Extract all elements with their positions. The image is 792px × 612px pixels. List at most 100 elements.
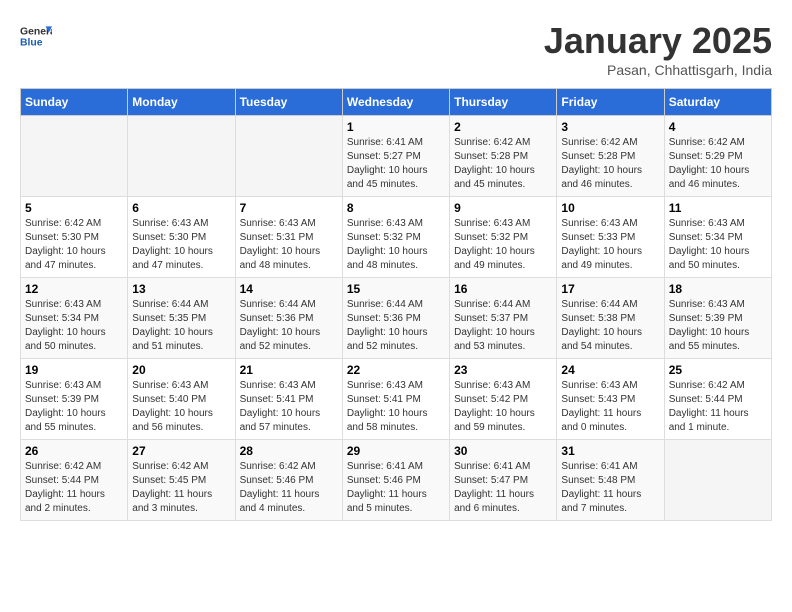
- calendar-cell: [664, 440, 771, 521]
- day-info: Sunrise: 6:41 AM Sunset: 5:27 PM Dayligh…: [347, 136, 445, 192]
- day-info: Sunrise: 6:41 AM Sunset: 5:46 PM Dayligh…: [347, 460, 445, 516]
- title-block: January 2025 Pasan, Chhattisgarh, India: [544, 20, 772, 78]
- day-header-wednesday: Wednesday: [342, 89, 449, 116]
- calendar-cell: 24 Sunrise: 6:43 AM Sunset: 5:43 PM Dayli…: [557, 359, 664, 440]
- day-info: Sunrise: 6:42 AM Sunset: 5:44 PM Dayligh…: [669, 379, 767, 435]
- day-info: Sunrise: 6:43 AM Sunset: 5:41 PM Dayligh…: [240, 379, 338, 435]
- day-number: 15: [347, 282, 445, 296]
- location-subtitle: Pasan, Chhattisgarh, India: [544, 62, 772, 78]
- calendar-cell: 9 Sunrise: 6:43 AM Sunset: 5:32 PM Daylig…: [450, 197, 557, 278]
- calendar-cell: 11 Sunrise: 6:43 AM Sunset: 5:34 PM Dayli…: [664, 197, 771, 278]
- day-info: Sunrise: 6:42 AM Sunset: 5:44 PM Dayligh…: [25, 460, 123, 516]
- calendar-cell: 12Sunrise: 6:43 AM Sunset: 5:34 PM Dayli…: [21, 278, 128, 359]
- day-info: Sunrise: 6:42 AM Sunset: 5:29 PM Dayligh…: [669, 136, 767, 192]
- day-info: Sunrise: 6:42 AM Sunset: 5:45 PM Dayligh…: [132, 460, 230, 516]
- calendar-cell: 4 Sunrise: 6:42 AM Sunset: 5:29 PM Daylig…: [664, 116, 771, 197]
- day-header-sunday: Sunday: [21, 89, 128, 116]
- calendar-cell: [21, 116, 128, 197]
- day-info: Sunrise: 6:42 AM Sunset: 5:28 PM Dayligh…: [454, 136, 552, 192]
- day-number: 23: [454, 363, 552, 377]
- day-number: 4: [669, 120, 767, 134]
- calendar-cell: 25 Sunrise: 6:42 AM Sunset: 5:44 PM Dayli…: [664, 359, 771, 440]
- day-number: 31: [561, 444, 659, 458]
- day-number: 27: [132, 444, 230, 458]
- calendar-cell: 2 Sunrise: 6:42 AM Sunset: 5:28 PM Daylig…: [450, 116, 557, 197]
- calendar-cell: 5Sunrise: 6:42 AM Sunset: 5:30 PM Daylig…: [21, 197, 128, 278]
- day-number: 26: [25, 444, 123, 458]
- day-number: 6: [132, 201, 230, 215]
- calendar-cell: 16 Sunrise: 6:44 AM Sunset: 5:37 PM Dayli…: [450, 278, 557, 359]
- day-info: Sunrise: 6:43 AM Sunset: 5:34 PM Dayligh…: [25, 298, 123, 354]
- day-info: Sunrise: 6:41 AM Sunset: 5:48 PM Dayligh…: [561, 460, 659, 516]
- day-header-tuesday: Tuesday: [235, 89, 342, 116]
- day-number: 22: [347, 363, 445, 377]
- calendar-cell: 13 Sunrise: 6:44 AM Sunset: 5:35 PM Dayli…: [128, 278, 235, 359]
- day-info: Sunrise: 6:44 AM Sunset: 5:35 PM Dayligh…: [132, 298, 230, 354]
- day-info: Sunrise: 6:43 AM Sunset: 5:30 PM Dayligh…: [132, 217, 230, 273]
- day-number: 21: [240, 363, 338, 377]
- calendar-cell: 21 Sunrise: 6:43 AM Sunset: 5:41 PM Dayli…: [235, 359, 342, 440]
- day-info: Sunrise: 6:43 AM Sunset: 5:39 PM Dayligh…: [669, 298, 767, 354]
- day-number: 25: [669, 363, 767, 377]
- calendar-cell: 17 Sunrise: 6:44 AM Sunset: 5:38 PM Dayli…: [557, 278, 664, 359]
- calendar-table: SundayMondayTuesdayWednesdayThursdayFrid…: [20, 88, 772, 521]
- day-info: Sunrise: 6:42 AM Sunset: 5:46 PM Dayligh…: [240, 460, 338, 516]
- day-number: 13: [132, 282, 230, 296]
- day-info: Sunrise: 6:44 AM Sunset: 5:38 PM Dayligh…: [561, 298, 659, 354]
- day-info: Sunrise: 6:43 AM Sunset: 5:39 PM Dayligh…: [25, 379, 123, 435]
- day-header-friday: Friday: [557, 89, 664, 116]
- calendar-week-1: 1 Sunrise: 6:41 AM Sunset: 5:27 PM Daylig…: [21, 116, 772, 197]
- calendar-week-2: 5Sunrise: 6:42 AM Sunset: 5:30 PM Daylig…: [21, 197, 772, 278]
- day-number: 10: [561, 201, 659, 215]
- calendar-week-5: 26 Sunrise: 6:42 AM Sunset: 5:44 PM Dayli…: [21, 440, 772, 521]
- day-info: Sunrise: 6:44 AM Sunset: 5:37 PM Dayligh…: [454, 298, 552, 354]
- day-info: Sunrise: 6:43 AM Sunset: 5:43 PM Dayligh…: [561, 379, 659, 435]
- day-info: Sunrise: 6:44 AM Sunset: 5:36 PM Dayligh…: [347, 298, 445, 354]
- calendar-cell: 3Sunrise: 6:42 AM Sunset: 5:28 PM Daylig…: [557, 116, 664, 197]
- calendar-cell: 19 Sunrise: 6:43 AM Sunset: 5:39 PM Dayli…: [21, 359, 128, 440]
- day-number: 1: [347, 120, 445, 134]
- day-info: Sunrise: 6:43 AM Sunset: 5:41 PM Dayligh…: [347, 379, 445, 435]
- calendar-cell: 10Sunrise: 6:43 AM Sunset: 5:33 PM Dayli…: [557, 197, 664, 278]
- day-info: Sunrise: 6:43 AM Sunset: 5:34 PM Dayligh…: [669, 217, 767, 273]
- calendar-cell: 15 Sunrise: 6:44 AM Sunset: 5:36 PM Dayli…: [342, 278, 449, 359]
- day-info: Sunrise: 6:43 AM Sunset: 5:42 PM Dayligh…: [454, 379, 552, 435]
- day-info: Sunrise: 6:43 AM Sunset: 5:31 PM Dayligh…: [240, 217, 338, 273]
- day-number: 2: [454, 120, 552, 134]
- day-number: 18: [669, 282, 767, 296]
- svg-text:Blue: Blue: [20, 38, 43, 49]
- day-number: 9: [454, 201, 552, 215]
- calendar-cell: 31 Sunrise: 6:41 AM Sunset: 5:48 PM Dayli…: [557, 440, 664, 521]
- calendar-week-4: 19 Sunrise: 6:43 AM Sunset: 5:39 PM Dayli…: [21, 359, 772, 440]
- day-number: 3: [561, 120, 659, 134]
- day-number: 19: [25, 363, 123, 377]
- calendar-cell: 14Sunrise: 6:44 AM Sunset: 5:36 PM Dayli…: [235, 278, 342, 359]
- day-info: Sunrise: 6:43 AM Sunset: 5:40 PM Dayligh…: [132, 379, 230, 435]
- day-number: 29: [347, 444, 445, 458]
- calendar-cell: 29 Sunrise: 6:41 AM Sunset: 5:46 PM Dayli…: [342, 440, 449, 521]
- calendar-cell: 27 Sunrise: 6:42 AM Sunset: 5:45 PM Dayli…: [128, 440, 235, 521]
- day-info: Sunrise: 6:44 AM Sunset: 5:36 PM Dayligh…: [240, 298, 338, 354]
- calendar-cell: 23 Sunrise: 6:43 AM Sunset: 5:42 PM Dayli…: [450, 359, 557, 440]
- month-title: January 2025: [544, 20, 772, 62]
- day-header-thursday: Thursday: [450, 89, 557, 116]
- calendar-cell: 8 Sunrise: 6:43 AM Sunset: 5:32 PM Daylig…: [342, 197, 449, 278]
- day-info: Sunrise: 6:43 AM Sunset: 5:32 PM Dayligh…: [454, 217, 552, 273]
- day-number: 20: [132, 363, 230, 377]
- calendar-week-3: 12Sunrise: 6:43 AM Sunset: 5:34 PM Dayli…: [21, 278, 772, 359]
- calendar-cell: 28 Sunrise: 6:42 AM Sunset: 5:46 PM Dayli…: [235, 440, 342, 521]
- logo: General Blue: [20, 20, 52, 52]
- logo-icon: General Blue: [20, 20, 52, 52]
- day-number: 17: [561, 282, 659, 296]
- day-number: 16: [454, 282, 552, 296]
- day-info: Sunrise: 6:43 AM Sunset: 5:32 PM Dayligh…: [347, 217, 445, 273]
- calendar-header-row: SundayMondayTuesdayWednesdayThursdayFrid…: [21, 89, 772, 116]
- day-header-saturday: Saturday: [664, 89, 771, 116]
- day-number: 8: [347, 201, 445, 215]
- calendar-cell: 6 Sunrise: 6:43 AM Sunset: 5:30 PM Daylig…: [128, 197, 235, 278]
- day-number: 11: [669, 201, 767, 215]
- calendar-cell: 7Sunrise: 6:43 AM Sunset: 5:31 PM Daylig…: [235, 197, 342, 278]
- calendar-cell: 30Sunrise: 6:41 AM Sunset: 5:47 PM Dayli…: [450, 440, 557, 521]
- day-number: 28: [240, 444, 338, 458]
- day-number: 24: [561, 363, 659, 377]
